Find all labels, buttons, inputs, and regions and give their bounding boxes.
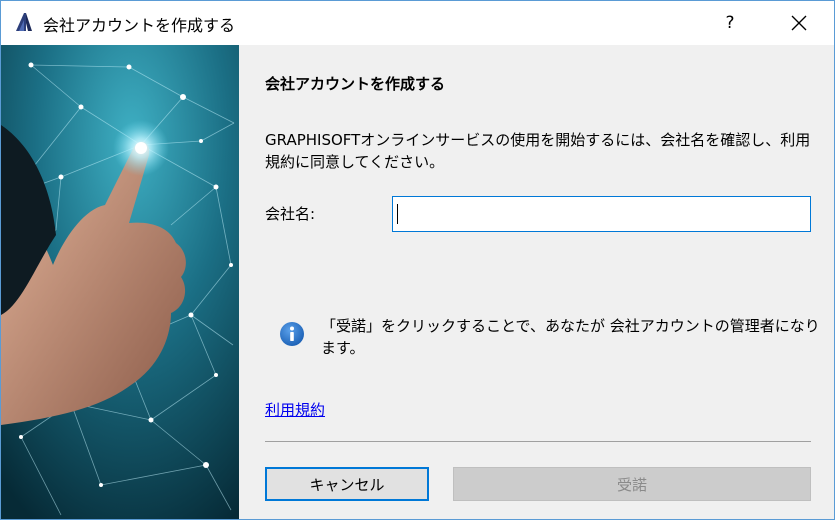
company-name-label: 会社名: bbox=[265, 205, 316, 223]
close-button[interactable] bbox=[781, 7, 817, 39]
window-title: 会社アカウントを作成する bbox=[43, 16, 236, 35]
divider bbox=[265, 441, 811, 442]
dialog-content: 会社アカウントを作成する GRAPHISOFTオンラインサービスの使用を開始する… bbox=[239, 45, 834, 519]
title-bar: 会社アカウントを作成する ? bbox=[1, 1, 834, 45]
cancel-button[interactable]: キャンセル bbox=[265, 467, 429, 501]
close-icon bbox=[791, 15, 807, 31]
info-icon bbox=[279, 321, 305, 347]
dialog-window: 会社アカウントを作成する ? 会社アカウントを作成する GRAPHISOFTオン… bbox=[0, 0, 835, 520]
terms-of-use-link[interactable]: 利用規約 bbox=[265, 399, 325, 420]
archicad-logo-icon bbox=[13, 11, 35, 33]
admin-info-message: 「受諾」をクリックすることで、あなたが 会社アカウントの管理者になります。 bbox=[321, 317, 820, 357]
company-name-input[interactable] bbox=[392, 196, 811, 232]
accept-button[interactable]: 受諾 bbox=[453, 467, 811, 501]
text-caret bbox=[397, 204, 398, 224]
side-banner-image bbox=[1, 45, 239, 519]
dialog-description: GRAPHISOFTオンラインサービスの使用を開始するには、会社名を確認し、利用… bbox=[265, 131, 811, 171]
help-button[interactable]: ? bbox=[713, 7, 747, 39]
dialog-heading: 会社アカウントを作成する bbox=[265, 75, 446, 93]
